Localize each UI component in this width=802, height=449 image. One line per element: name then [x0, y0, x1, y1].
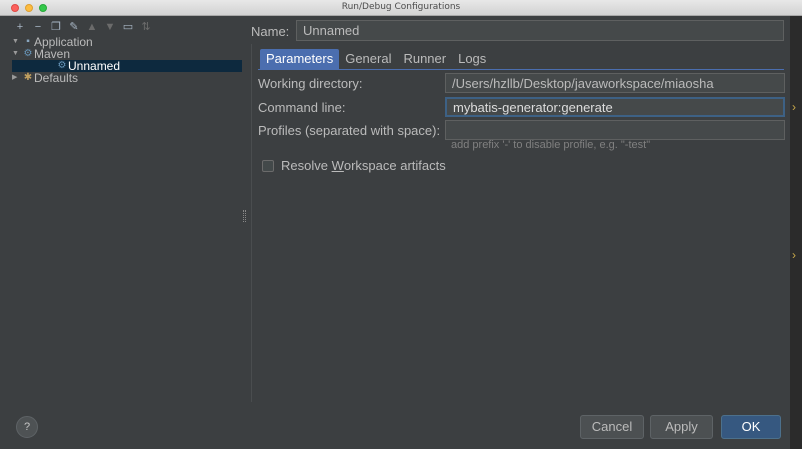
add-icon[interactable]: +: [14, 21, 26, 33]
tab-parameters[interactable]: Parameters: [260, 49, 340, 69]
copy-icon[interactable]: ❐: [50, 21, 62, 33]
move-down-icon[interactable]: ▼: [104, 21, 116, 33]
panel-splitter-handle[interactable]: [243, 210, 246, 222]
expanded-arrow-icon[interactable]: ▼: [12, 36, 22, 48]
resolve-label-suffix: orkspace artifacts: [343, 158, 446, 173]
tree-item-label: Maven: [34, 47, 71, 61]
tree-item-label: Defaults: [34, 71, 79, 85]
configuration-tree: ▼ ▪ Application ▼ ⚙ Maven ⚙ Unnamed ▶ ✱ …: [12, 36, 242, 84]
defaults-icon: ✱: [23, 72, 33, 83]
tree-item-defaults[interactable]: ▶ ✱ Defaults: [12, 72, 242, 84]
resolve-label-mnemonic: W: [331, 158, 344, 173]
name-label: Name:: [251, 24, 290, 39]
working-directory-label: Working directory:: [258, 76, 363, 91]
tab-underline: [258, 69, 784, 70]
application-icon: ▪: [26, 36, 30, 47]
ok-button[interactable]: OK: [721, 415, 781, 439]
folder-icon[interactable]: ▭: [122, 21, 134, 33]
name-input[interactable]: [296, 20, 784, 41]
sort-icon[interactable]: ⇅: [140, 21, 152, 33]
run-debug-configurations-dialog: + − ❐ ✎ ▲ ▼ ▭ ⇅ ▼ ▪ Application ▼ ⚙ Mave…: [0, 16, 790, 449]
profiles-hint: add prefix '-' to disable profile, e.g. …: [451, 139, 651, 151]
profiles-label: Profiles (separated with space):: [258, 123, 441, 138]
apply-button[interactable]: Apply: [650, 415, 713, 439]
command-line-label: Command line:: [258, 100, 346, 115]
resolve-workspace-artifacts-row[interactable]: Resolve Workspace artifacts: [262, 158, 446, 173]
gutter-marker-icon: ›: [792, 248, 796, 262]
remove-icon[interactable]: −: [32, 21, 44, 33]
profiles-input[interactable]: [445, 120, 785, 140]
tree-item-maven[interactable]: ▼ ⚙ Maven: [12, 48, 242, 60]
tab-runner[interactable]: Runner: [397, 49, 452, 69]
maven-icon: ⚙: [23, 48, 33, 59]
tree-toolbar: + − ❐ ✎ ▲ ▼ ▭ ⇅: [14, 20, 152, 34]
config-tabs: Parameters General Runner Logs: [260, 49, 492, 69]
panel-divider: [251, 44, 252, 402]
cancel-button[interactable]: Cancel: [580, 415, 644, 439]
gutter-marker-icon: ›: [792, 100, 796, 114]
move-up-icon[interactable]: ▲: [86, 21, 98, 33]
background-editor-strip: › ›: [790, 16, 802, 449]
resolve-label-prefix: Resolve: [281, 158, 332, 173]
tab-logs[interactable]: Logs: [452, 49, 492, 69]
working-directory-input[interactable]: [445, 73, 785, 93]
tab-general[interactable]: General: [339, 49, 397, 69]
expanded-arrow-icon[interactable]: ▼: [12, 48, 22, 60]
wrench-icon[interactable]: ✎: [68, 21, 80, 33]
help-button[interactable]: ?: [16, 416, 38, 438]
window-title: Run/Debug Configurations: [341, 2, 461, 12]
command-line-input[interactable]: [445, 97, 785, 117]
window-titlebar: Run/Debug Configurations: [0, 0, 802, 16]
resolve-workspace-artifacts-checkbox[interactable]: [262, 159, 274, 172]
collapsed-arrow-icon[interactable]: ▶: [12, 72, 22, 84]
